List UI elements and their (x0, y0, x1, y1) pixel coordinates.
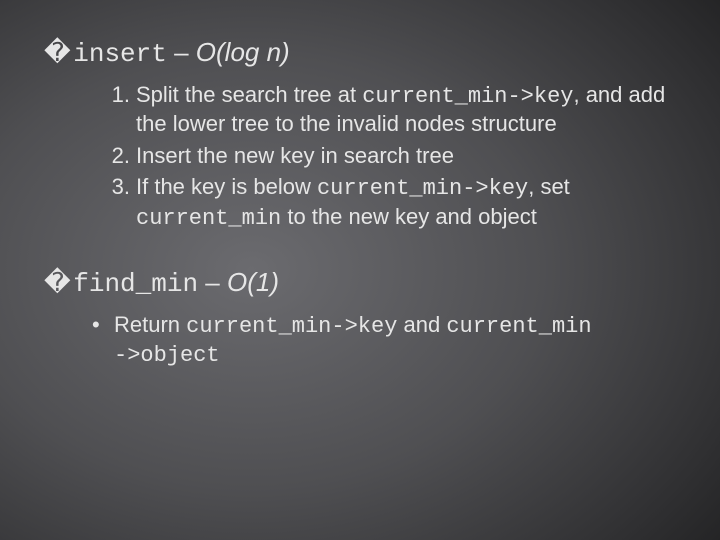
text: Return (114, 312, 186, 337)
bullet-icon: � (44, 266, 66, 299)
list-item: Return current_min->key and current_min … (114, 311, 684, 370)
text: Split the search tree at (136, 82, 362, 107)
text: Insert the new key in search tree (136, 143, 454, 168)
separator: – (167, 37, 196, 67)
insert-complexity: O(log n) (196, 37, 290, 67)
findmin-fn-name: find_min (73, 269, 198, 299)
text: If the key is below (136, 174, 317, 199)
separator: – (198, 267, 227, 297)
list-item: Split the search tree at current_min->ke… (136, 81, 684, 138)
findmin-steps: Return current_min->key and current_min … (44, 311, 684, 370)
code: current_min (136, 206, 281, 231)
list-item: Insert the new key in search tree (136, 142, 684, 170)
text: to the new key and object (281, 204, 537, 229)
code: current_min->key (317, 176, 528, 201)
text: , set (528, 174, 570, 199)
insert-steps: Split the search tree at current_min->ke… (44, 81, 684, 233)
list-item: If the key is below current_min->key, se… (136, 173, 684, 232)
insert-header: � insert – O(log n) (44, 36, 684, 71)
text: and (397, 312, 446, 337)
code: current_min->key (362, 84, 573, 109)
slide: � insert – O(log n) Split the search tre… (0, 0, 720, 540)
findmin-complexity: O(1) (227, 267, 279, 297)
findmin-header: � find_min – O(1) (44, 266, 684, 301)
bullet-icon: � (44, 36, 66, 69)
code: current_min->key (186, 314, 397, 339)
insert-fn-name: insert (73, 39, 167, 69)
